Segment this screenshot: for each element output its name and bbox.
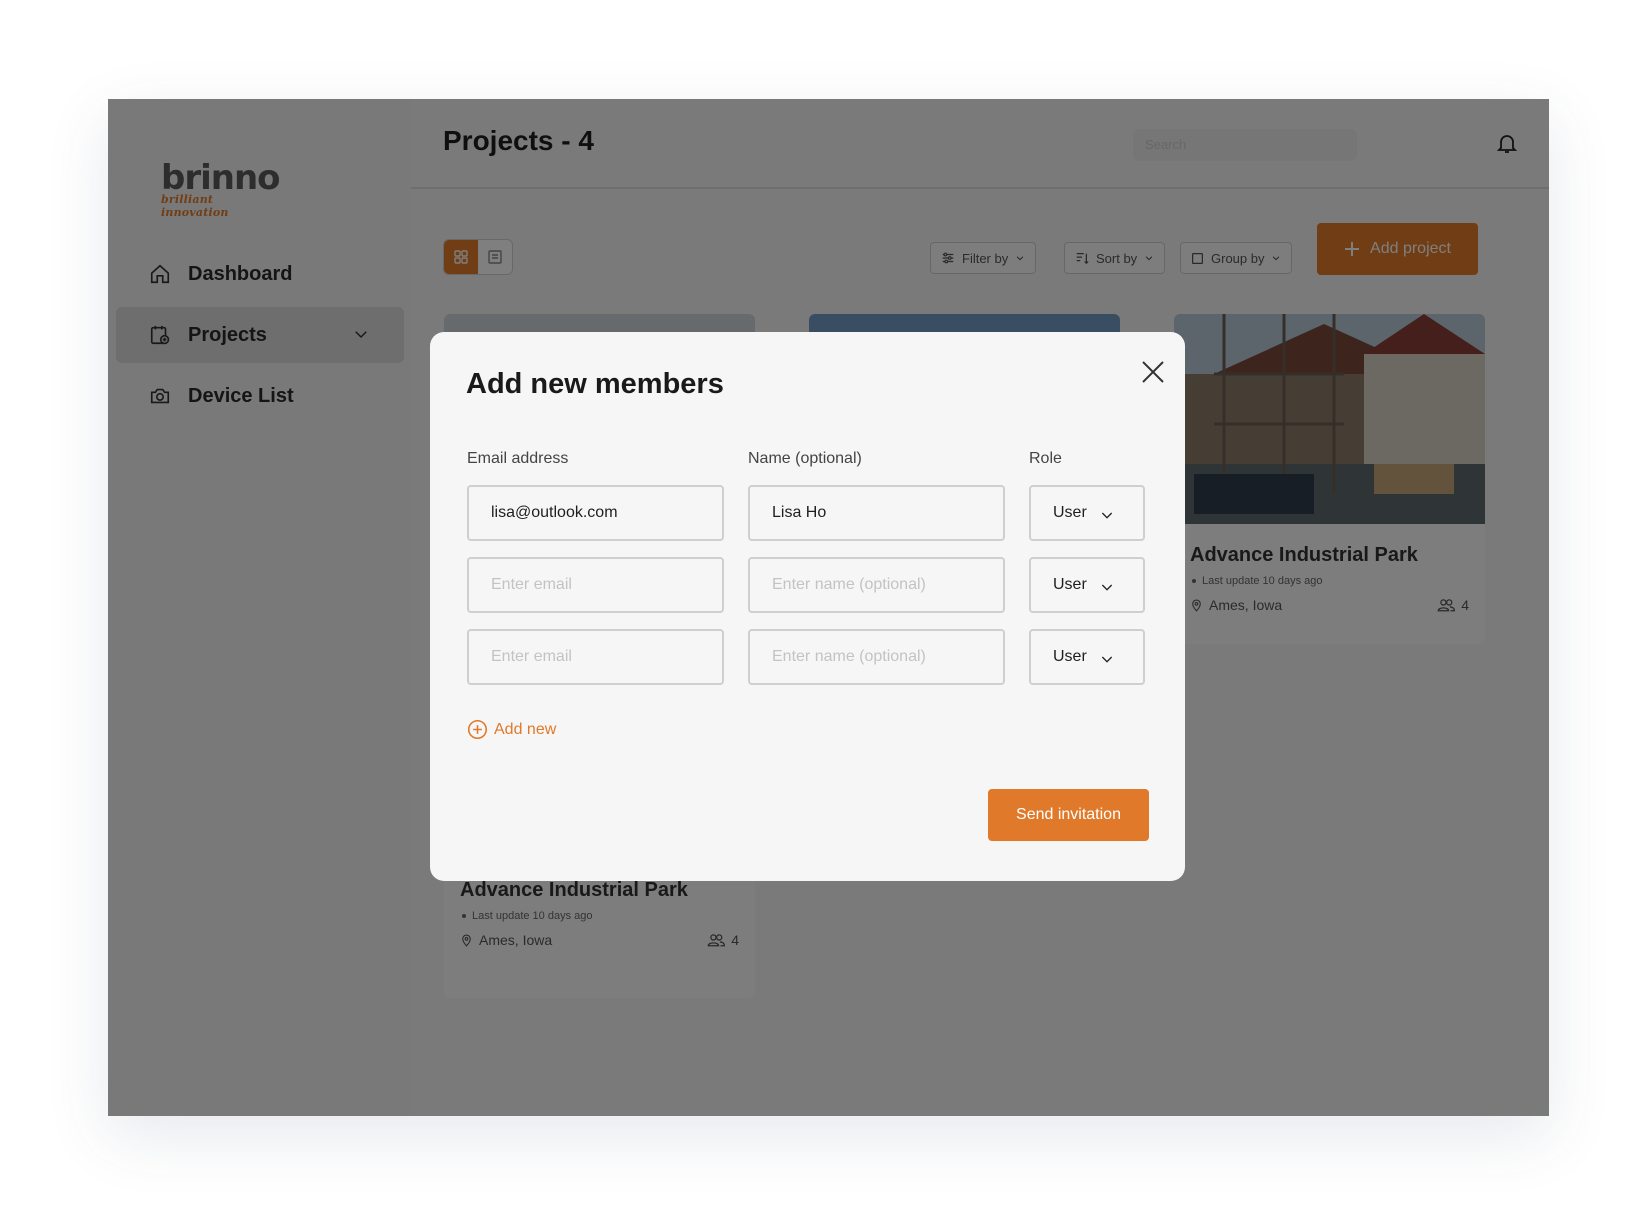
role-column-label: Role <box>1029 450 1062 467</box>
email-field[interactable]: Enter email <box>467 557 724 613</box>
role-select[interactable]: User <box>1029 557 1145 613</box>
plus-circle-icon <box>467 719 488 740</box>
role-select-value: User <box>1053 648 1087 665</box>
role-select[interactable]: User <box>1029 629 1145 685</box>
name-column-label: Name (optional) <box>748 450 862 467</box>
name-field[interactable]: Lisa Ho <box>748 485 1005 541</box>
add-new-label: Add new <box>494 720 557 738</box>
name-field[interactable]: Enter name (optional) <box>748 557 1005 613</box>
chevron-down-icon <box>1101 656 1113 663</box>
dialog-title: Add new members <box>466 368 724 400</box>
add-new-row-button[interactable]: Add new <box>467 719 556 740</box>
chevron-down-icon <box>1101 584 1113 591</box>
email-field[interactable]: Enter email <box>467 629 724 685</box>
role-select[interactable]: User <box>1029 485 1145 541</box>
role-select-value: User <box>1053 576 1087 593</box>
app-window: brinno brilliant innovation Dashboard Pr… <box>108 99 1549 1116</box>
email-field[interactable]: lisa@outlook.com <box>467 485 724 541</box>
add-members-dialog: Add new members Email address Name (opti… <box>430 332 1185 881</box>
name-field[interactable]: Enter name (optional) <box>748 629 1005 685</box>
role-select-value: User <box>1053 504 1087 521</box>
send-invitation-button[interactable]: Send invitation <box>988 789 1149 841</box>
email-column-label: Email address <box>467 450 569 467</box>
close-icon[interactable] <box>1135 354 1171 390</box>
chevron-down-icon <box>1101 512 1113 519</box>
